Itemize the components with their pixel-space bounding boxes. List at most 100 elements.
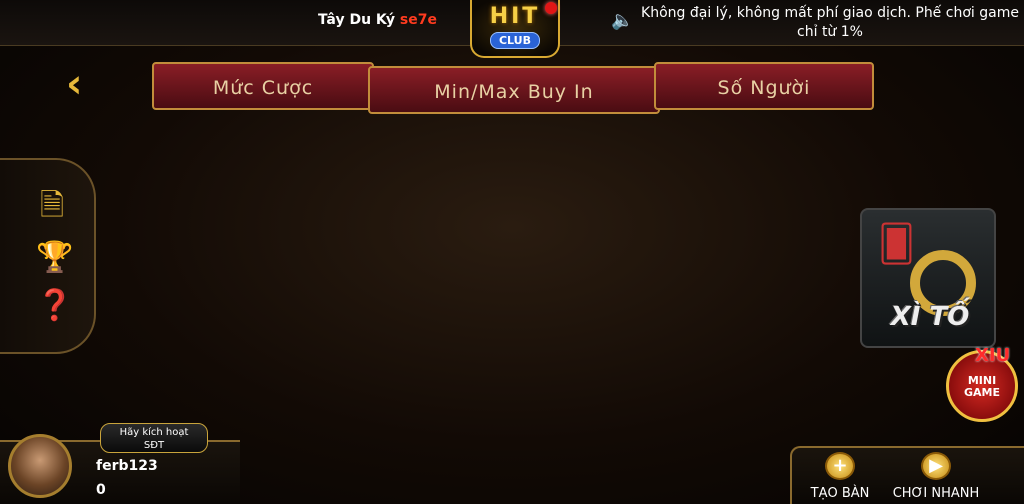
row-background xyxy=(190,280,838,322)
game-card-title: XÌ TỐ xyxy=(890,302,970,332)
player-count-fill xyxy=(674,383,734,409)
table-row[interactable]: 100 $1K/5K 5/5 xyxy=(190,185,838,227)
table-row[interactable]: 100 $1K/5K 5/5 xyxy=(190,232,838,274)
person-icon xyxy=(643,479,663,503)
row-buyin: 1K/5K xyxy=(490,147,550,168)
header-bet-label: Mức Cược xyxy=(212,77,314,99)
player-count-bar xyxy=(673,192,817,220)
player-count-fill xyxy=(674,193,816,219)
buyin-box xyxy=(389,282,633,320)
row-buyin: 1K/5K xyxy=(490,242,550,263)
row-players: 2/5 xyxy=(730,386,760,405)
dollar-icon: $ xyxy=(412,240,428,265)
balance: 0 xyxy=(96,482,106,498)
row-background xyxy=(190,327,838,369)
player-count-bar xyxy=(673,287,817,315)
person-icon xyxy=(643,241,663,265)
table-row[interactable]: 100 $1K/5K 1/5 xyxy=(190,327,838,369)
header-bet: Mức Cược xyxy=(152,62,374,110)
player-count-fill xyxy=(674,478,680,504)
header-buyin: Min/Max Buy In xyxy=(368,66,660,114)
ticker-left: Tây Du Ký se7e xyxy=(318,12,437,28)
activate-line1: Hãy kích hoạt xyxy=(119,427,189,438)
notification-dot-icon xyxy=(545,2,557,14)
row-buyin: 1K/5K xyxy=(490,432,550,453)
ticker-right: Không đại lý, không mất phí giao dịch. P… xyxy=(640,4,1020,42)
username: ferb123 xyxy=(96,458,158,474)
player-count-bar xyxy=(673,239,817,267)
buyin-box xyxy=(389,187,633,225)
side-menu: 🗎 🏆 ❓ xyxy=(0,158,96,354)
back-button[interactable]: ‹ xyxy=(66,64,106,106)
ticker-right-line2: chỉ từ 1% xyxy=(797,24,863,40)
mini-game-button[interactable]: XIU MINI GAME xyxy=(946,345,1018,422)
row-buyin: 1K/5K xyxy=(490,290,550,311)
person-icon xyxy=(643,431,663,455)
row-bet: 100 xyxy=(256,385,294,406)
mini-game-line2: GAME xyxy=(963,386,1000,399)
trophy-icon[interactable]: 🏆 xyxy=(36,240,73,276)
quick-play-label: CHƠI NHANH xyxy=(892,486,980,501)
row-players: 5/5 xyxy=(730,291,760,310)
row-buyin: 1K/5K xyxy=(490,480,550,501)
table-row[interactable]: 100 $1K/5K 2/5 xyxy=(190,375,838,417)
plus-icon: + xyxy=(825,452,855,480)
row-bet: 100 xyxy=(256,242,294,263)
table-row[interactable]: 100 $1K/5K 3/5 xyxy=(190,137,838,179)
buyin-box xyxy=(389,139,633,177)
row-background xyxy=(190,137,838,179)
row-players: 5/5 xyxy=(730,243,760,262)
avatar[interactable] xyxy=(8,434,72,498)
row-bet: 100 xyxy=(256,147,294,168)
create-table-label: TẠO BÀN xyxy=(810,486,870,501)
speaker-icon[interactable]: 🔈 xyxy=(611,10,633,31)
row-bet: 100 xyxy=(256,337,294,358)
player-count-bar xyxy=(673,144,817,172)
buyin-box xyxy=(389,424,633,462)
player-count-bar xyxy=(673,382,817,410)
buyin-box xyxy=(389,329,633,367)
row-background xyxy=(190,375,838,417)
person-icon xyxy=(643,384,663,408)
row-bet: 100 xyxy=(256,432,294,453)
lock-icon xyxy=(818,340,831,356)
dollar-icon: $ xyxy=(412,288,428,313)
dollar-icon: $ xyxy=(412,383,428,408)
ticker-right-line1: Không đại lý, không mất phí giao dịch. P… xyxy=(641,5,1019,21)
row-bet: 100 xyxy=(256,195,294,216)
player-count-fill xyxy=(674,335,707,361)
row-background xyxy=(190,185,838,227)
buyin-box xyxy=(389,472,633,504)
lock-icon xyxy=(818,245,831,261)
dollar-icon: $ xyxy=(412,478,428,503)
person-icon xyxy=(643,146,663,170)
header-players-label: Số Người xyxy=(717,77,811,99)
player-count-fill xyxy=(674,430,707,456)
table-row[interactable]: 100 $1K/5K 1/5 xyxy=(190,422,838,464)
dollar-icon: $ xyxy=(412,335,428,360)
buyin-box xyxy=(389,377,633,415)
help-icon[interactable]: ❓ xyxy=(36,288,73,324)
lock-icon xyxy=(818,293,831,309)
lock-icon xyxy=(818,198,831,214)
row-background xyxy=(190,232,838,274)
person-icon xyxy=(643,289,663,313)
game-card-xi-to[interactable]: 🂠 XÌ TỐ xyxy=(860,208,996,348)
dollar-icon: $ xyxy=(412,430,428,455)
row-background xyxy=(190,422,838,464)
history-document-icon[interactable]: 🗎 xyxy=(36,188,68,224)
row-background xyxy=(190,470,838,504)
activate-phone-button[interactable]: Hãy kích hoạt SĐT xyxy=(100,423,208,453)
player-count-fill xyxy=(674,240,816,266)
player-count-bar xyxy=(673,334,817,362)
ticker-left-text: Tây Du Ký xyxy=(318,12,395,28)
create-table-button[interactable]: + TẠO BÀN xyxy=(790,452,890,504)
logo-sub: CLUB xyxy=(489,32,540,49)
player-count-fill xyxy=(674,145,761,171)
table-row[interactable]: 100 $1K/5K 5/5 xyxy=(190,280,838,322)
mini-game-top: XIU xyxy=(975,345,1011,366)
table-row[interactable]: 100 $1K/5K xyxy=(190,470,838,504)
quick-play-button[interactable]: ▶ CHƠI NHANH xyxy=(886,452,986,504)
play-icon: ▶ xyxy=(921,452,951,480)
buyin-box xyxy=(389,234,633,272)
